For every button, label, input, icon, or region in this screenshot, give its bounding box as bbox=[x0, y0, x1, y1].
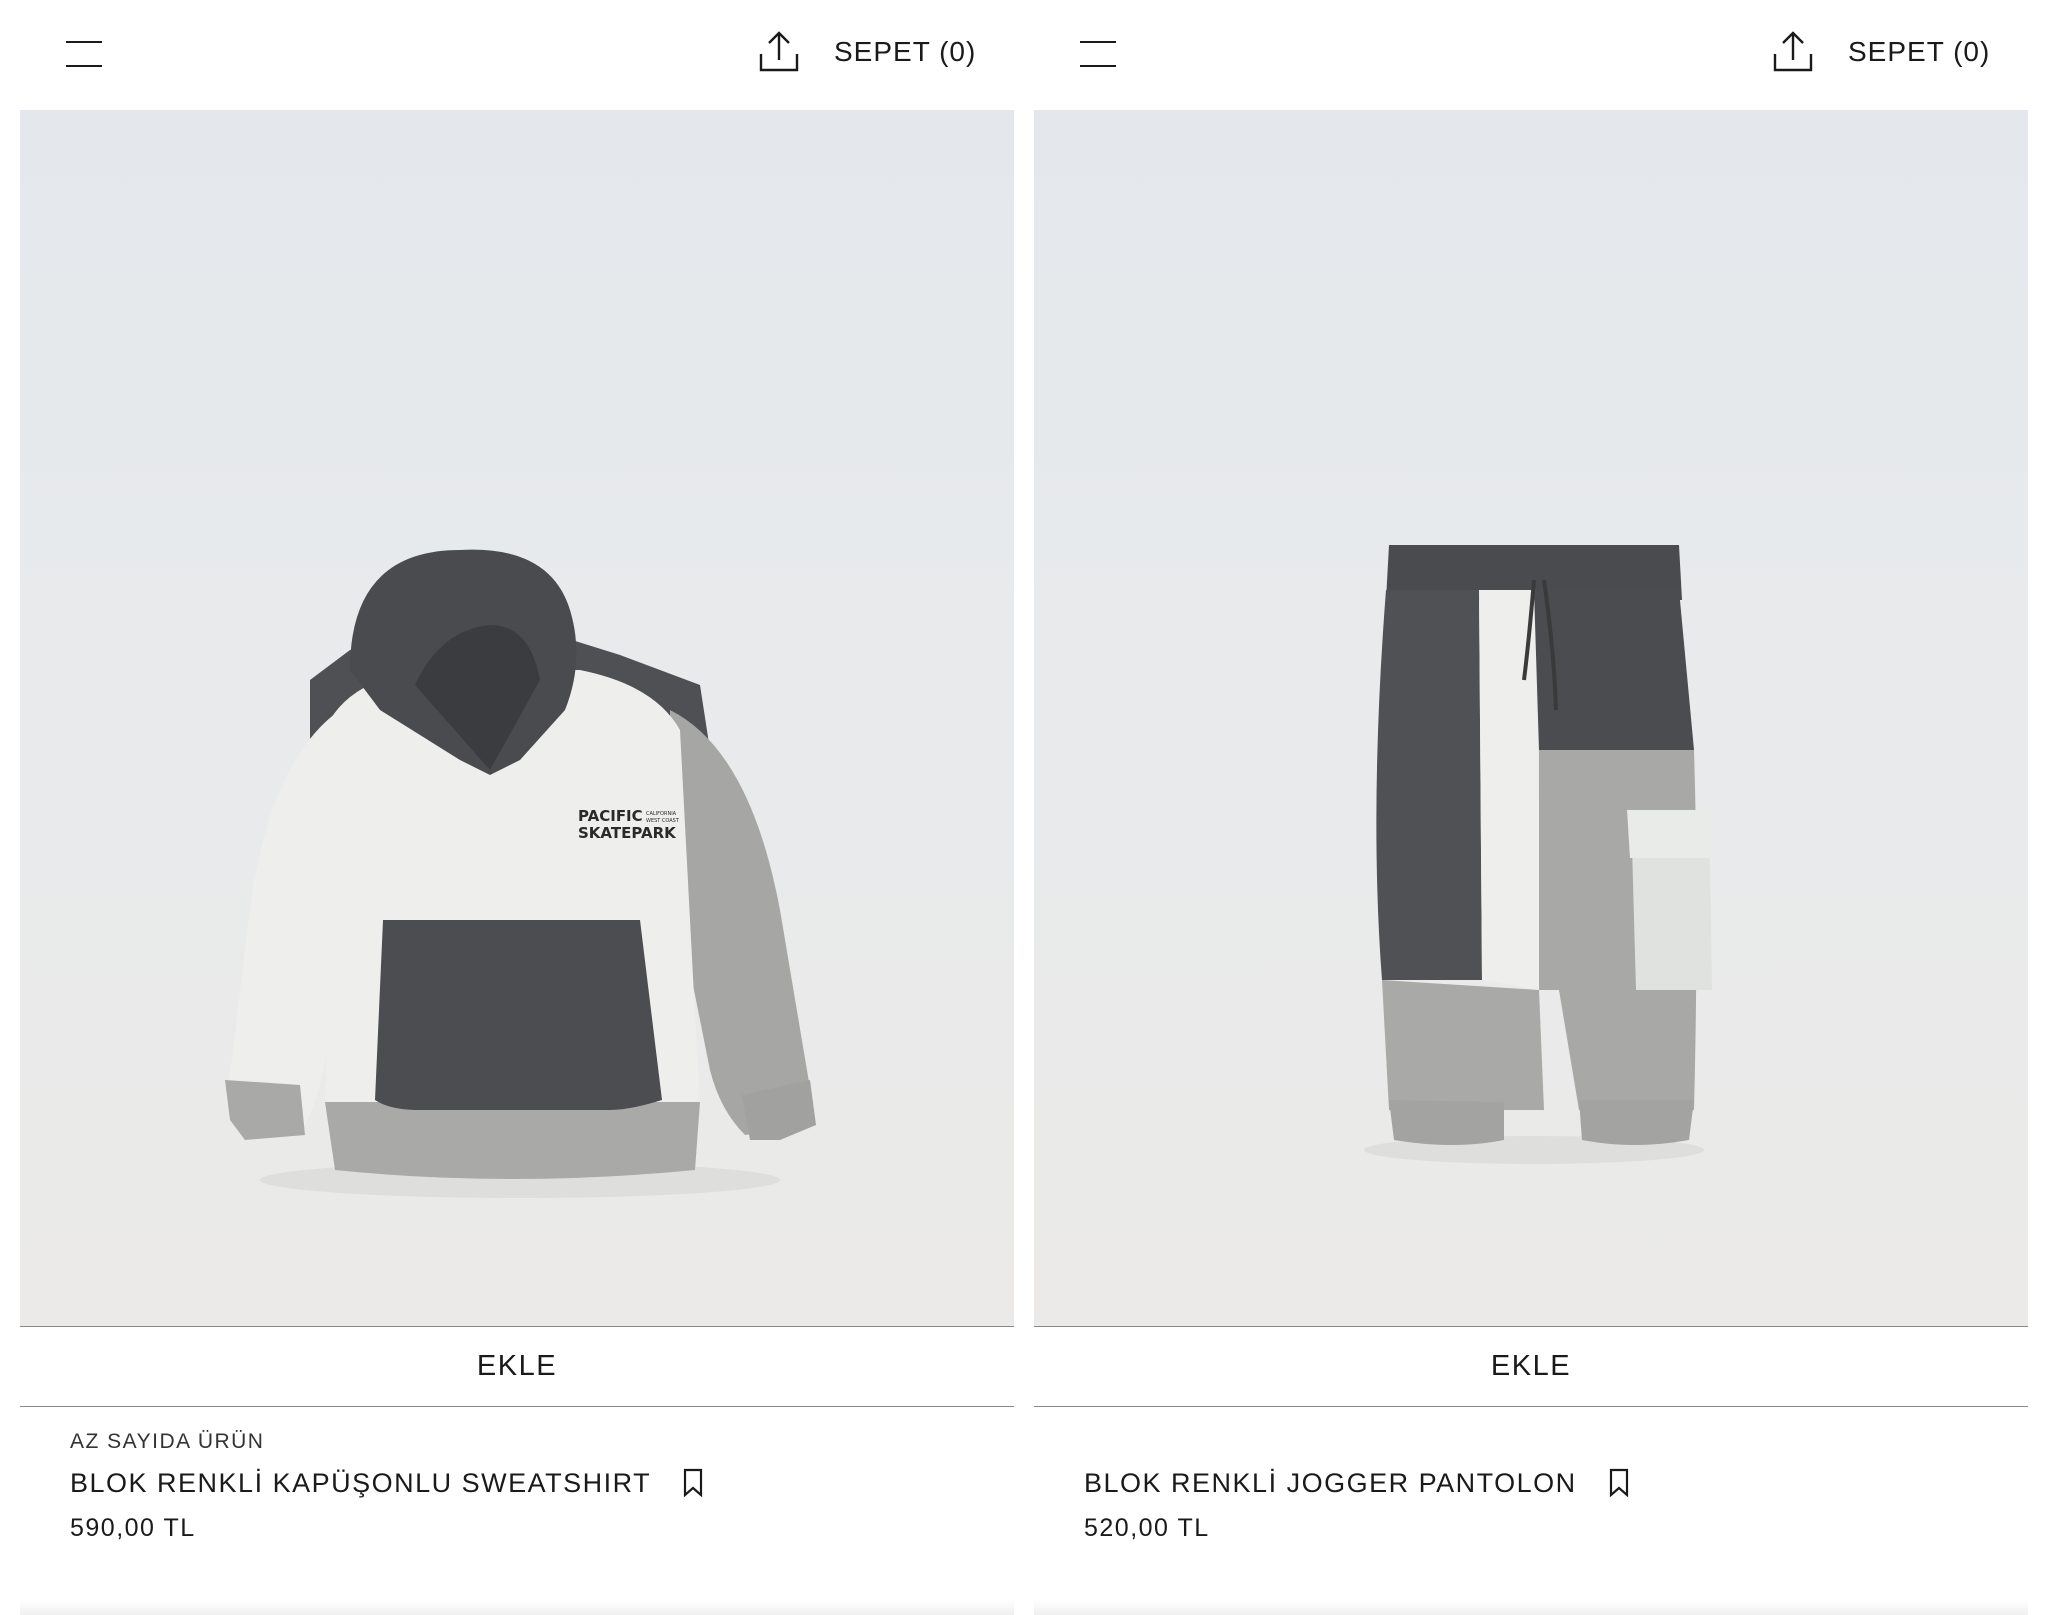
bookmark-icon[interactable] bbox=[1607, 1468, 1631, 1498]
add-to-cart-button[interactable]: EKLE bbox=[1034, 1326, 2028, 1407]
garment-print-small1: CALIFORNIA bbox=[646, 811, 677, 817]
garment-print-small2: WEST COAST bbox=[646, 818, 680, 824]
garment-print-line1: PACIFIC bbox=[578, 807, 643, 825]
menu-icon[interactable] bbox=[1080, 36, 1120, 70]
low-stock-badge: AZ SAYIDA ÜRÜN bbox=[70, 1430, 265, 1453]
bookmark-icon[interactable] bbox=[681, 1468, 705, 1498]
share-icon[interactable] bbox=[758, 30, 800, 74]
product-image-jogger[interactable] bbox=[1034, 110, 2028, 1326]
product-info: AZ SAYIDA ÜRÜN BLOK RENKLİ KAPÜŞONLU SWE… bbox=[70, 1428, 970, 1543]
garment-print-line2: SKATEPARK bbox=[578, 824, 677, 842]
product-price: 520,00 TL bbox=[1084, 1514, 1210, 1542]
product-panel-sweatshirt: SEPET (0) PACIFIC SKATEPARK CALIFORNIA W… bbox=[0, 0, 1024, 1615]
add-to-cart-button[interactable]: EKLE bbox=[20, 1326, 1014, 1407]
product-name[interactable]: BLOK RENKLİ KAPÜŞONLU SWEATSHIRT bbox=[70, 1468, 651, 1499]
share-icon[interactable] bbox=[1772, 30, 1814, 74]
product-info: BLOK RENKLİ JOGGER PANTOLON 520,00 TL bbox=[1084, 1428, 1984, 1543]
product-name-row: BLOK RENKLİ JOGGER PANTOLON bbox=[1084, 1462, 1984, 1504]
top-bar: SEPET (0) bbox=[0, 0, 1024, 108]
badge-placeholder bbox=[1084, 1428, 1984, 1456]
product-image-sweatshirt[interactable]: PACIFIC SKATEPARK CALIFORNIA WEST COAST bbox=[20, 110, 1014, 1326]
cart-link[interactable]: SEPET (0) bbox=[1848, 36, 1990, 68]
product-name[interactable]: BLOK RENKLİ JOGGER PANTOLON bbox=[1084, 1468, 1577, 1499]
top-bar: SEPET (0) bbox=[1014, 0, 2038, 108]
product-name-row: BLOK RENKLİ KAPÜŞONLU SWEATSHIRT bbox=[70, 1462, 970, 1504]
product-panel-jogger: SEPET (0) EKLE BLOK RENKLİ JOGGER PANTOL… bbox=[1014, 0, 2038, 1615]
product-price: 590,00 TL bbox=[70, 1514, 196, 1542]
next-card-edge bbox=[20, 1600, 1014, 1615]
cart-link[interactable]: SEPET (0) bbox=[834, 36, 976, 68]
next-card-edge bbox=[1034, 1600, 2028, 1615]
menu-icon[interactable] bbox=[66, 36, 106, 70]
